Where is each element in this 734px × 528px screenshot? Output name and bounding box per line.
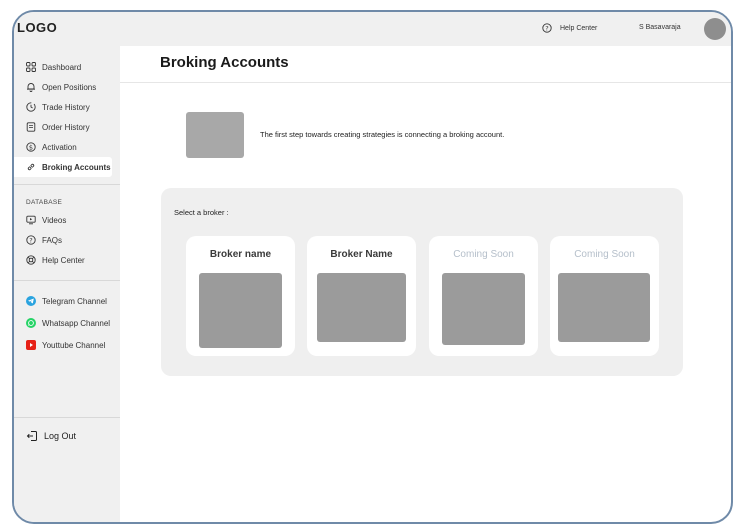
sidebar-item-telegram[interactable]: Telegram Channel xyxy=(14,290,120,312)
svg-text:$: $ xyxy=(29,143,33,151)
title-bar: Broking Accounts xyxy=(120,46,731,83)
broker-logo-placeholder xyxy=(442,273,525,345)
svg-text:?: ? xyxy=(29,236,32,244)
question-icon: ? xyxy=(542,23,552,33)
sidebar-item-youtube[interactable]: Youttube Channel xyxy=(14,334,120,356)
sidebar-divider xyxy=(14,280,120,281)
dashboard-icon xyxy=(26,62,36,72)
logo: LOGO xyxy=(17,20,58,35)
help-center-label: Help Center xyxy=(560,24,598,32)
broker-select-panel: Select a broker : Broker name Broker Nam… xyxy=(161,188,683,376)
broker-card[interactable]: Broker Name xyxy=(307,236,416,356)
sidebar-item-broking-accounts[interactable]: Broking Accounts xyxy=(14,157,112,177)
video-icon xyxy=(26,215,36,225)
sidebar-item-whatsapp[interactable]: Whatsapp Channel xyxy=(14,312,120,334)
sidebar-item-videos[interactable]: Videos xyxy=(14,210,120,230)
help-center-link[interactable]: ? Help Center xyxy=(542,23,597,33)
user-name[interactable]: S Basavaraja xyxy=(639,24,681,31)
sidebar-item-label: Open Positions xyxy=(42,82,97,92)
telegram-icon xyxy=(26,296,36,306)
sidebar-item-label: Activation xyxy=(42,142,77,152)
sidebar-item-faqs[interactable]: ? FAQs xyxy=(14,230,120,250)
sidebar-item-activation[interactable]: $ Activation xyxy=(14,137,120,157)
broker-logo-placeholder xyxy=(199,273,282,348)
sidebar-item-label: FAQs xyxy=(42,235,63,245)
support-icon xyxy=(26,255,36,265)
broker-card-name: Broker name xyxy=(209,249,272,260)
sidebar-divider xyxy=(14,417,120,418)
clock-icon xyxy=(26,102,36,112)
sidebar-item-label: Whatsapp Channel xyxy=(42,318,111,328)
sidebar-item-label: Youttube Channel xyxy=(42,340,106,350)
page-title: Broking Accounts xyxy=(160,54,289,71)
avatar[interactable] xyxy=(704,18,726,40)
broker-logo-placeholder xyxy=(558,273,650,342)
dollar-icon: $ xyxy=(26,142,36,152)
info-text: The first step towards creating strategi… xyxy=(260,130,505,139)
logout-button[interactable]: Log Out xyxy=(26,430,76,442)
database-nav: Videos ? FAQs Help Center xyxy=(14,210,120,270)
sidebar-divider xyxy=(14,184,120,185)
sidebar-item-label: Trade History xyxy=(42,102,90,112)
broker-card-name: Coming Soon xyxy=(574,249,635,260)
select-broker-label: Select a broker : xyxy=(174,208,229,217)
sidebar-item-label: Telegram Channel xyxy=(42,296,107,306)
sidebar-item-dashboard[interactable]: Dashboard xyxy=(14,57,120,77)
section-label-database: DATABASE xyxy=(26,199,63,206)
sidebar-item-label: Order History xyxy=(42,122,90,132)
bell-icon xyxy=(26,82,36,92)
broker-card-name: Broker Name xyxy=(330,249,393,260)
broker-card-coming-soon: Coming Soon xyxy=(550,236,659,356)
question-icon: ? xyxy=(26,235,36,245)
sidebar-item-open-positions[interactable]: Open Positions xyxy=(14,77,120,97)
whatsapp-icon xyxy=(26,318,36,328)
svg-text:?: ? xyxy=(545,24,548,32)
sidebar-item-label: Broking Accounts xyxy=(42,162,111,172)
sidebar-item-label: Videos xyxy=(42,215,67,225)
broker-card[interactable]: Broker name xyxy=(186,236,295,356)
sidebar-item-trade-history[interactable]: Trade History xyxy=(14,97,120,117)
sidebar: LOGO Dashboard Open Positions Trade Hist… xyxy=(14,12,120,522)
logout-label: Log Out xyxy=(44,431,77,441)
sidebar-item-label: Help Center xyxy=(42,255,85,265)
broker-card-coming-soon: Coming Soon xyxy=(429,236,538,356)
sidebar-item-order-history[interactable]: Order History xyxy=(14,117,120,137)
channels-nav: Telegram Channel Whatsapp Channel Youttu… xyxy=(14,290,120,356)
sidebar-item-help-center[interactable]: Help Center xyxy=(14,250,120,270)
broker-logo-placeholder xyxy=(317,273,406,342)
main-nav: Dashboard Open Positions Trade History O… xyxy=(14,57,120,177)
broker-card-name: Coming Soon xyxy=(453,249,514,260)
app-window: LOGO Dashboard Open Positions Trade Hist… xyxy=(12,10,733,524)
info-image-placeholder xyxy=(186,112,244,158)
link-icon xyxy=(26,162,36,172)
sidebar-item-label: Dashboard xyxy=(42,62,82,72)
logout-icon xyxy=(26,430,38,442)
document-icon xyxy=(26,122,36,132)
youtube-icon xyxy=(26,340,36,350)
